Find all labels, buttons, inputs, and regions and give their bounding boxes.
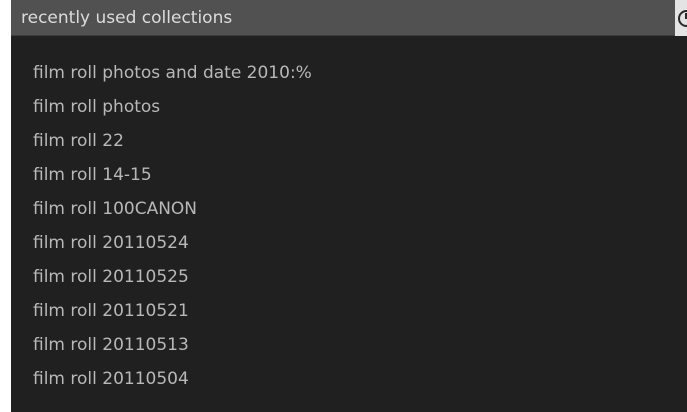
collection-item[interactable]: film roll 20110513 <box>33 332 189 358</box>
collection-item[interactable]: film roll 20110524 <box>33 230 189 256</box>
collection-item[interactable]: film roll 20110504 <box>33 366 189 392</box>
collection-item[interactable]: film roll 22 <box>33 128 124 154</box>
header-edge <box>675 0 687 36</box>
collection-item[interactable]: film roll 20110521 <box>33 298 189 324</box>
collection-item[interactable]: film roll photos <box>33 94 160 120</box>
collection-item[interactable]: film roll photos and date 2010:% <box>33 60 312 86</box>
panel-header[interactable]: recently used collections <box>11 0 687 36</box>
reset-icon[interactable] <box>678 10 687 27</box>
collection-item[interactable]: film roll 100CANON <box>33 196 197 222</box>
collection-item[interactable]: film roll 14-15 <box>33 162 152 188</box>
collection-item[interactable]: film roll 20110525 <box>33 264 189 290</box>
panel-title: recently used collections <box>21 8 233 28</box>
recent-collections-panel: recently used collections film roll phot… <box>11 0 687 412</box>
